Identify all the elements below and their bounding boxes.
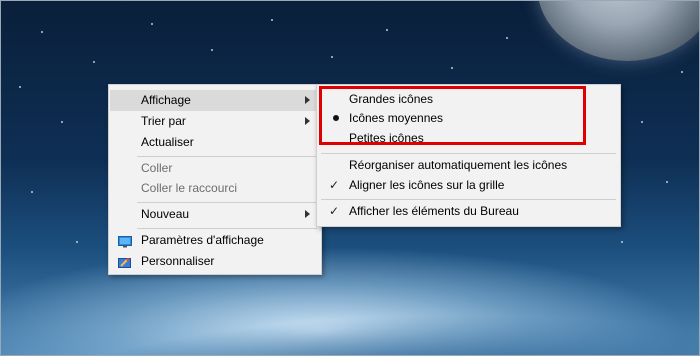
menu-separator [321,199,616,200]
menu-item-trier-par[interactable]: Trier par [110,111,320,132]
desktop-context-menu: Affichage Trier par Actualiser Coller Co… [108,84,322,275]
checkmark-icon: ✓ [329,178,340,192]
display-settings-icon [118,234,132,248]
menu-item-label: Trier par [141,114,186,128]
menu-item-coller-raccourci[interactable]: Coller le raccourci [110,178,320,199]
submenu-arrow-icon [305,210,310,218]
menu-separator [137,202,317,203]
menu-item-aligner-grille[interactable]: ✓ Aligner les icônes sur la grille [318,175,619,196]
menu-item-personnaliser[interactable]: Personnaliser [110,251,320,272]
menu-separator [137,156,317,157]
menu-item-petites-icones[interactable]: Petites icônes [318,128,619,149]
menu-item-label: Actualiser [141,135,194,149]
menu-item-label: Personnaliser [141,254,215,268]
view-submenu: Grandes icônes Icônes moyennes Petites i… [316,84,621,227]
menu-item-parametres-affichage[interactable]: Paramètres d'affichage [110,230,320,251]
menu-item-reorganiser-auto[interactable]: Réorganiser automatiquement les icônes [318,155,619,176]
checkmark-icon: ✓ [329,204,340,218]
personalize-icon [118,255,132,268]
menu-item-label: Paramètres d'affichage [141,233,264,247]
menu-item-afficher-elements-bureau[interactable]: ✓ Afficher les éléments du Bureau [318,201,619,222]
menu-item-label: Coller le raccourci [141,181,238,195]
menu-item-label: Nouveau [141,207,190,221]
menu-item-label: Afficher les éléments du Bureau [349,204,519,218]
submenu-arrow-icon [305,96,310,104]
menu-item-label: Aligner les icônes sur la grille [349,178,505,192]
menu-item-affichage[interactable]: Affichage [110,90,320,111]
menu-item-label: Petites icônes [349,131,424,145]
menu-item-grandes-icones[interactable]: Grandes icônes [318,89,619,110]
menu-item-label: Grandes icônes [349,92,434,106]
menu-item-label: Coller [141,161,173,175]
menu-item-label: Icônes moyennes [349,111,444,125]
submenu-arrow-icon [305,117,310,125]
menu-item-nouveau[interactable]: Nouveau [110,204,320,225]
menu-item-coller[interactable]: Coller [110,158,320,179]
menu-separator [321,153,616,154]
menu-item-label: Affichage [141,93,191,107]
selected-bullet-icon [333,115,339,121]
menu-item-icones-moyennes[interactable]: Icônes moyennes [318,108,619,129]
menu-item-label: Réorganiser automatiquement les icônes [349,158,568,172]
menu-item-actualiser[interactable]: Actualiser [110,132,320,153]
menu-separator [137,228,317,229]
